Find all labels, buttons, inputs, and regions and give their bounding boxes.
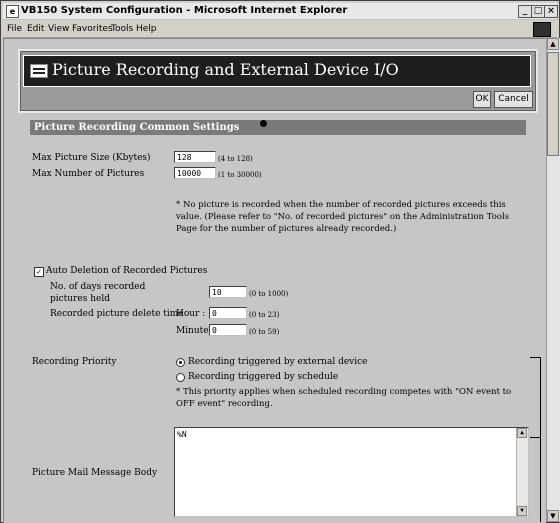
mail-body-textarea[interactable]: %N ▲ ▼	[174, 427, 529, 517]
priority-external-radio[interactable]	[176, 358, 185, 367]
max-picture-size-input[interactable]: 128	[174, 151, 216, 163]
maximize-button[interactable]: □	[531, 5, 545, 18]
header-title-bar: Picture Recording and External Device I/…	[23, 55, 531, 87]
close-button[interactable]: ×	[544, 5, 558, 18]
menu-bar: File Edit View Favorites Tools Help	[3, 21, 557, 38]
hour-label: Hour :	[176, 309, 206, 319]
hour-input[interactable]: 0	[209, 307, 247, 319]
max-picture-size-label: Max Picture Size (Kbytes)	[32, 153, 151, 163]
cancel-button[interactable]: Cancel	[494, 91, 533, 108]
priority-label: Recording Priority	[32, 357, 117, 367]
menu-view[interactable]: View	[48, 24, 69, 34]
scroll-down-icon[interactable]: ▼	[547, 510, 559, 522]
mail-body-label: Picture Mail Message Body	[32, 468, 158, 478]
priority-schedule-label: Recording triggered by schedule	[188, 372, 339, 382]
bracket-line	[530, 357, 541, 438]
delete-time-label: Recorded picture delete time	[50, 309, 184, 319]
max-picture-size-range: (4 to 128)	[218, 155, 253, 163]
auto-deletion-label: Auto Deletion of Recorded Pictures	[46, 266, 208, 276]
menu-tools[interactable]: Tools	[111, 24, 133, 34]
textarea-scroll-up-icon[interactable]: ▲	[517, 428, 527, 438]
max-pictures-label: Max Number of Pictures	[32, 169, 145, 179]
cursor-dot	[260, 120, 267, 127]
priority-external-label: Recording triggered by external device	[188, 357, 368, 367]
page-content: Picture Recording and External Device I/…	[3, 38, 546, 523]
max-pictures-input[interactable]: 10000	[174, 167, 216, 179]
ok-button[interactable]: OK	[473, 91, 491, 108]
minute-input[interactable]: 0	[209, 324, 247, 336]
days-held-label: No. of days recorded pictures held	[50, 282, 146, 304]
days-held-range: (0 to 1000)	[249, 290, 289, 298]
window-title: VB150 System Configuration - Microsoft I…	[21, 5, 348, 16]
browser-window: e VB150 System Configuration - Microsoft…	[0, 0, 560, 523]
page-scrollbar[interactable]: ▲ ▼	[546, 38, 560, 522]
mail-body-text: %N	[177, 430, 187, 439]
bracket-line	[530, 437, 541, 522]
bracket-line	[530, 437, 540, 438]
max-pictures-range: (1 to 30000)	[218, 171, 262, 179]
page-header: Picture Recording and External Device I/…	[18, 49, 538, 113]
minimize-button[interactable]: _	[518, 5, 532, 18]
menu-file[interactable]: File	[7, 24, 22, 34]
max-pictures-note: * No picture is recorded when the number…	[176, 200, 510, 234]
keyboard-icon	[30, 64, 48, 78]
menu-edit[interactable]: Edit	[27, 24, 44, 34]
scroll-up-icon[interactable]: ▲	[547, 38, 559, 50]
ie-icon: e	[6, 5, 19, 18]
textarea-scrollbar[interactable]: ▲ ▼	[516, 428, 528, 516]
scroll-thumb[interactable]	[547, 52, 559, 156]
title-bar: e VB150 System Configuration - Microsoft…	[3, 3, 558, 20]
minute-range: (0 to 59)	[249, 328, 280, 336]
days-held-input[interactable]: 10	[209, 286, 247, 298]
priority-schedule-radio[interactable]	[176, 373, 185, 382]
auto-deletion-checkbox[interactable]: ✓	[34, 267, 44, 277]
menu-favorites[interactable]: Favorites	[72, 24, 113, 34]
section-header: Picture Recording Common Settings	[30, 120, 526, 135]
textarea-scroll-down-icon[interactable]: ▼	[517, 506, 527, 516]
hour-range: (0 to 23)	[249, 311, 280, 319]
page-title: Picture Recording and External Device I/…	[52, 60, 399, 79]
priority-note: * This priority applies when scheduled r…	[176, 387, 512, 409]
windows-logo-icon	[533, 22, 551, 37]
menu-help[interactable]: Help	[136, 24, 157, 34]
